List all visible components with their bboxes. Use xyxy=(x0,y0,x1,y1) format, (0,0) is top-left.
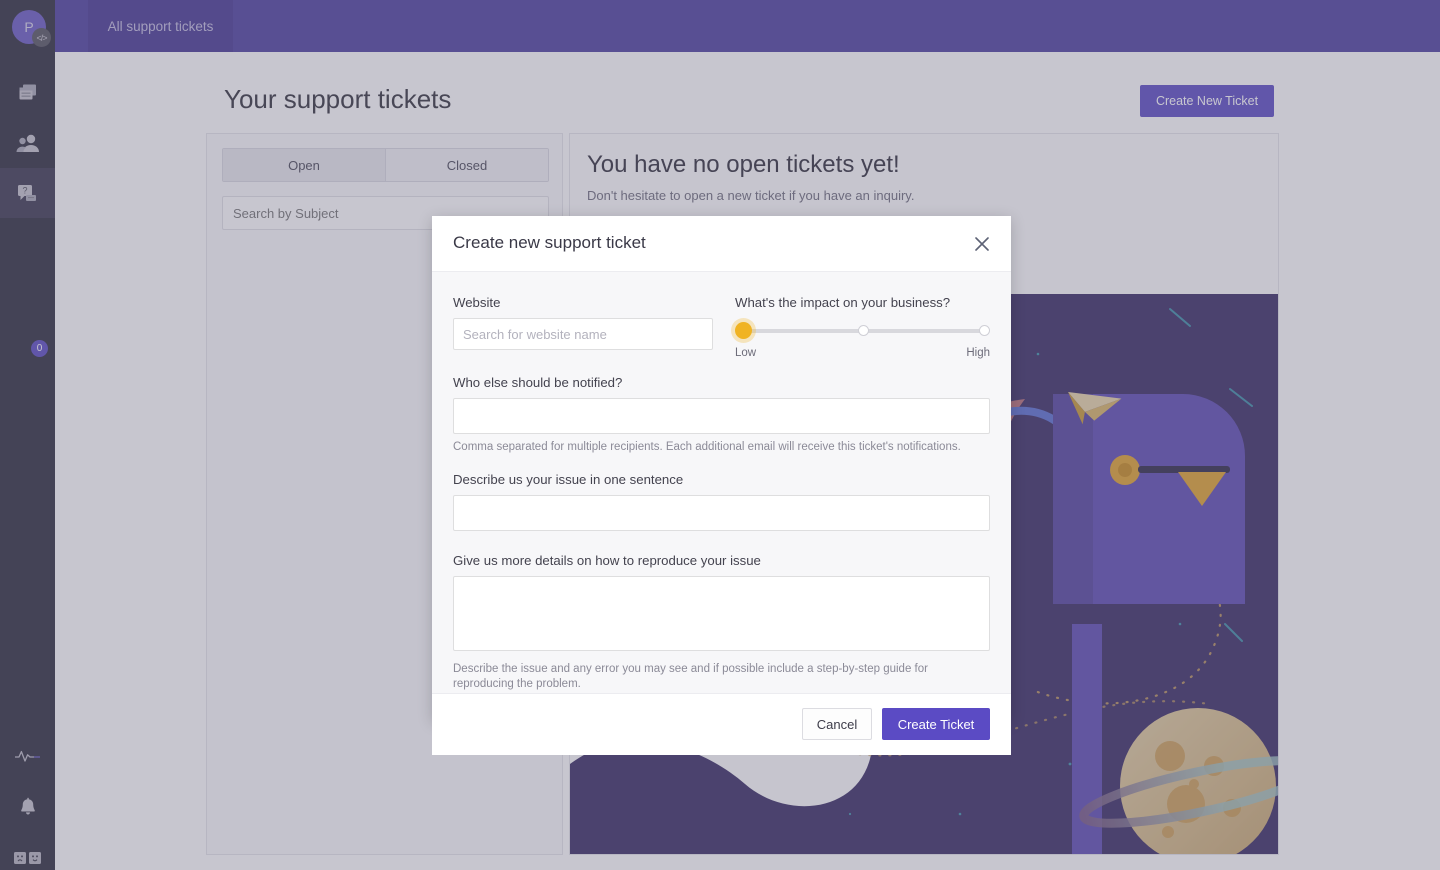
modal-title: Create new support ticket xyxy=(453,233,646,252)
modal-footer: Cancel Create Ticket xyxy=(432,692,1011,755)
details-label: Give us more details on how to reproduce… xyxy=(453,552,761,568)
notify-field-group: Who else should be notified? Comma separ… xyxy=(453,375,990,456)
create-ticket-button[interactable]: Create Ticket xyxy=(882,708,990,741)
notify-emails-input[interactable] xyxy=(453,398,990,434)
impact-slider-stop-high[interactable] xyxy=(979,325,990,336)
subject-label: Describe us your issue in one sentence xyxy=(453,471,684,487)
impact-label: What's the impact on your business? xyxy=(735,295,951,310)
subject-input[interactable] xyxy=(453,494,990,531)
impact-field-group: What's the impact on your business? Low … xyxy=(735,295,990,359)
app-root: P </> ? 0 All support tickets Your suppo… xyxy=(0,0,1440,870)
details-field-group: Give us more details on how to reproduce… xyxy=(453,553,990,693)
website-impact-row: Website What's the impact on your busine… xyxy=(453,295,990,359)
notify-help-text: Comma separated for multiple recipients.… xyxy=(453,441,961,453)
impact-high-label: High xyxy=(966,347,990,359)
close-icon[interactable] xyxy=(969,231,995,257)
impact-slider-endpoints: Low High xyxy=(735,347,990,359)
website-search-input[interactable] xyxy=(453,318,713,350)
notify-label: Who else should be notified? xyxy=(453,375,623,390)
details-help-text: Describe the issue and any error you may… xyxy=(453,662,928,691)
impact-low-label: Low xyxy=(735,347,757,359)
impact-slider[interactable] xyxy=(735,322,990,339)
modal-body: Website What's the impact on your busine… xyxy=(432,272,1011,693)
subject-field-group: Describe us your issue in one sentence xyxy=(453,472,990,531)
website-field-group: Website xyxy=(453,295,713,359)
details-textarea[interactable] xyxy=(453,575,990,651)
create-ticket-modal: Create new support ticket Website What's… xyxy=(432,216,1011,755)
cancel-button[interactable]: Cancel xyxy=(802,708,872,741)
modal-header: Create new support ticket xyxy=(432,216,1011,272)
impact-slider-thumb[interactable] xyxy=(735,322,752,339)
impact-slider-stop-mid[interactable] xyxy=(857,325,869,336)
website-label: Website xyxy=(453,295,501,310)
